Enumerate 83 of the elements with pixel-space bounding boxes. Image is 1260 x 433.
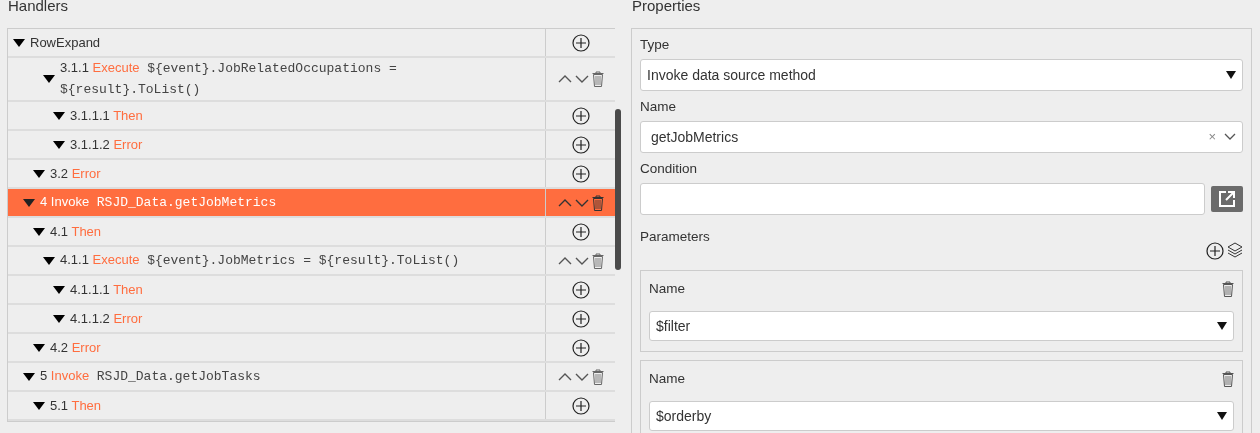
tree-row[interactable]: 4.1 Then xyxy=(8,218,615,247)
tree-row[interactable]: 3.1.1.1 Then xyxy=(8,102,615,131)
add-icon[interactable] xyxy=(571,106,590,125)
add-icon[interactable] xyxy=(571,280,590,299)
tree-row[interactable]: 5.1 Then xyxy=(8,392,615,421)
node-label: RowExpand xyxy=(30,33,102,52)
panel-title: Properties xyxy=(631,0,702,16)
select-field[interactable]: Invoke data source method xyxy=(640,59,1243,91)
step-text: 4 Invoke RSJD_Data.getJobMetrics xyxy=(40,193,278,212)
condition-input[interactable] xyxy=(640,183,1205,215)
add-icon[interactable] xyxy=(571,164,590,183)
trash-icon[interactable] xyxy=(591,252,604,269)
chevron-up-icon[interactable] xyxy=(557,371,572,382)
field-label: Name xyxy=(649,281,685,297)
chevron-up-icon[interactable] xyxy=(557,74,572,84)
expanded-triangle-icon[interactable] xyxy=(33,168,45,179)
add-icon[interactable] xyxy=(571,135,590,154)
chevron-down-icon[interactable] xyxy=(574,371,589,382)
select-field[interactable]: $orderby xyxy=(649,401,1234,431)
dropdown-triangle-icon xyxy=(1217,412,1227,420)
external-link-icon xyxy=(1218,190,1236,209)
step-text: 4.1.1.1 Then xyxy=(70,280,144,299)
expanded-triangle-icon[interactable] xyxy=(53,284,65,295)
field-label: Name xyxy=(649,371,685,387)
step-text: 4.1.1 Execute ${event}.JobMetrics = ${result}.ToList() xyxy=(60,251,461,270)
expanded-triangle-icon[interactable] xyxy=(53,110,65,121)
expanded-triangle-icon[interactable] xyxy=(53,313,65,324)
step-text: 3.1.1.2 Error xyxy=(70,135,144,154)
trash-icon[interactable] xyxy=(591,71,604,87)
trash-icon[interactable] xyxy=(1222,281,1234,297)
add-icon[interactable] xyxy=(571,396,590,415)
step-text: 5 Invoke RSJD_Data.getJobTasks xyxy=(40,367,262,386)
dropdown-triangle-icon xyxy=(1226,71,1236,79)
section-label: Parameters xyxy=(640,229,710,245)
expanded-triangle-icon[interactable] xyxy=(13,37,25,48)
field-label: Type xyxy=(640,37,671,53)
layers-icon[interactable] xyxy=(1227,242,1243,258)
expanded-triangle-icon[interactable] xyxy=(43,74,55,84)
step-text: 4.2 Error xyxy=(50,338,102,357)
panel-title: Handlers xyxy=(7,0,70,16)
tree-row[interactable]: 4.1.1 Execute ${event}.JobMetrics = ${result}.ToList() xyxy=(8,247,615,276)
trash-icon[interactable] xyxy=(1222,371,1234,387)
chevron-down-icon[interactable] xyxy=(574,74,589,84)
tree-row[interactable]: 3.1.1 Execute ${event}.JobRelatedOccupations = ${result}.ToList() xyxy=(8,58,615,102)
tree-row[interactable]: 4.1.1.2 Error xyxy=(8,305,615,334)
tree-row[interactable]: RowExpand xyxy=(8,29,615,58)
step-text: 5.1 Then xyxy=(50,396,103,415)
dropdown-triangle-icon xyxy=(1217,322,1227,330)
expanded-triangle-icon[interactable] xyxy=(33,400,45,411)
scrollbar-thumb[interactable] xyxy=(615,109,621,270)
chevron-up-icon[interactable] xyxy=(557,197,572,208)
tree-row[interactable]: 4.2 Error xyxy=(8,334,615,363)
field-label: Name xyxy=(640,99,677,115)
expanded-triangle-icon[interactable] xyxy=(33,342,45,353)
tree-row[interactable]: 3.1.1.2 Error xyxy=(8,131,615,160)
field-label: Condition xyxy=(640,161,699,177)
step-text: 3.2 Error xyxy=(50,164,102,183)
open-editor-button[interactable] xyxy=(1211,186,1243,213)
chevron-down-icon[interactable] xyxy=(1224,133,1236,141)
expanded-triangle-icon[interactable] xyxy=(23,197,35,208)
add-icon[interactable] xyxy=(571,222,590,241)
trash-icon[interactable] xyxy=(591,368,604,385)
clear-button[interactable]: × xyxy=(1208,127,1216,147)
tree-row[interactable]: 4.1.1.1 Then xyxy=(8,276,615,305)
chevron-up-icon[interactable] xyxy=(557,255,572,266)
expanded-triangle-icon[interactable] xyxy=(23,371,35,382)
step-text: 3.1.1.1 Then xyxy=(70,106,144,125)
expanded-triangle-icon[interactable] xyxy=(53,139,65,150)
expanded-triangle-icon[interactable] xyxy=(33,226,45,237)
select-field[interactable]: $filter xyxy=(649,311,1234,341)
expanded-triangle-icon[interactable] xyxy=(43,255,55,266)
add-icon[interactable] xyxy=(1205,242,1224,260)
add-icon[interactable] xyxy=(571,338,590,357)
combo-field[interactable]: getJobMetrics × xyxy=(640,121,1243,153)
add-icon[interactable] xyxy=(571,33,590,52)
tree-row[interactable]: 5 Invoke RSJD_Data.getJobTasks xyxy=(8,363,615,392)
chevron-down-icon[interactable] xyxy=(574,197,589,208)
step-text: 3.1.1 Execute ${event}.JobRelatedOccupations = ${result}.ToList() xyxy=(60,59,398,99)
chevron-down-icon[interactable] xyxy=(574,255,589,266)
step-text: 4.1 Then xyxy=(50,222,103,241)
trash-icon[interactable] xyxy=(591,194,604,211)
step-text: 4.1.1.2 Error xyxy=(70,309,144,328)
add-icon[interactable] xyxy=(571,309,590,328)
